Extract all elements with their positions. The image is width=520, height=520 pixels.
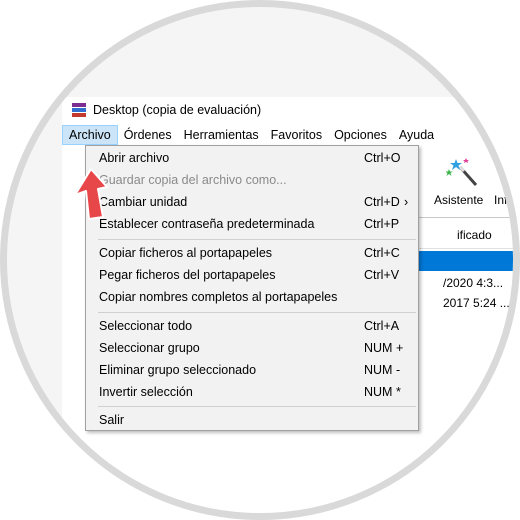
circular-frame: Desktop (copia de evaluación) Archivo Ór…	[0, 0, 520, 520]
menu-item-copy-full-names[interactable]: Copiar nombres completos al portapapeles	[86, 286, 418, 308]
menu-item-exit[interactable]: Salir	[86, 409, 418, 431]
menu-archivo[interactable]: Archivo	[62, 125, 118, 145]
menu-item-copy-files[interactable]: Copiar ficheros al portapapeles Ctrl+C	[86, 242, 418, 264]
menu-ordenes[interactable]: Órdenes	[118, 125, 178, 145]
menu-separator	[98, 312, 416, 313]
menu-favoritos[interactable]: Favoritos	[265, 125, 328, 145]
menu-opciones[interactable]: Opciones	[328, 125, 393, 145]
title-bar: Desktop (copia de evaluación)	[62, 97, 513, 123]
winrar-app-icon	[72, 103, 86, 117]
menu-bar: Archivo Órdenes Herramientas Favoritos O…	[62, 125, 513, 145]
list-item-date: 2017 5:24 ...	[443, 296, 510, 310]
wizard-label: Asistente	[434, 193, 484, 207]
archivo-dropdown-menu: Abrir archivo Ctrl+O Guardar copia del a…	[85, 145, 419, 431]
menu-item-open-archive[interactable]: Abrir archivo Ctrl+O	[86, 147, 418, 169]
list-item-date: /2020 4:3...	[443, 276, 504, 290]
menu-item-select-group[interactable]: Seleccionar grupo NUM +	[86, 337, 418, 359]
window-title: Desktop (copia de evaluación)	[93, 103, 262, 117]
menu-item-save-copy: Guardar copia del archivo como...	[99, 173, 287, 187]
menu-item-change-drive[interactable]: Cambiar unidad Ctrl+D ›	[86, 191, 418, 213]
info-label[interactable]: Info	[494, 193, 510, 207]
menu-item-set-default-password[interactable]: Establecer contraseña predeterminada Ctr…	[86, 213, 418, 235]
menu-separator	[98, 239, 416, 240]
menu-item-invert-selection[interactable]: Invertir selección NUM *	[86, 381, 418, 403]
menu-item-deselect-group[interactable]: Eliminar grupo seleccionado NUM -	[86, 359, 418, 381]
submenu-arrow-icon: ›	[404, 195, 409, 209]
pointer-arrow-icon	[74, 168, 108, 220]
menu-item-select-all[interactable]: Seleccionar todo Ctrl+A	[86, 315, 418, 337]
menu-herramientas[interactable]: Herramientas	[178, 125, 265, 145]
menu-ayuda[interactable]: Ayuda	[393, 125, 440, 145]
menu-separator	[98, 406, 416, 407]
column-header-label: ificado	[457, 228, 492, 242]
toolbar-right: Asistente Info	[434, 155, 513, 215]
magic-wand-icon	[446, 158, 478, 186]
menu-item-paste-files[interactable]: Pegar ficheros del portapapeles Ctrl+V	[86, 264, 418, 286]
